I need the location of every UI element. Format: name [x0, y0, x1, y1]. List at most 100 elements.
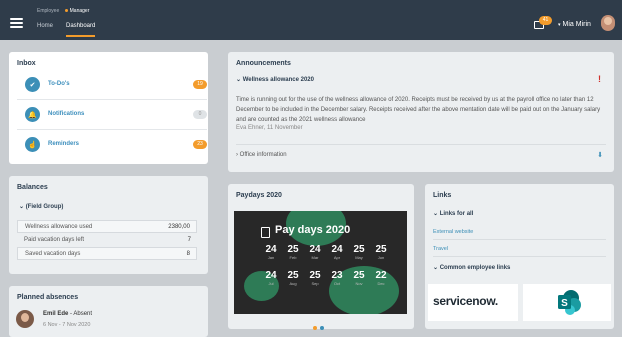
role-employee[interactable]: Employee	[37, 8, 59, 14]
logo-icon	[261, 227, 270, 238]
notification-button[interactable]: 41	[534, 16, 552, 29]
payday-month: Feb	[289, 255, 297, 260]
payday-month: Sep	[311, 281, 319, 286]
payday-month: Jan	[267, 255, 275, 260]
announcement-office-information[interactable]: › Office information	[236, 152, 287, 158]
balance-row: Saved vacation days 8	[17, 247, 197, 260]
payday-day: 24	[265, 244, 277, 255]
payday-day: 25	[309, 270, 321, 281]
sharepoint-logo-icon: S	[558, 290, 581, 315]
user-avatar[interactable]	[601, 15, 615, 31]
balance-label: Wellness allowance used	[25, 224, 93, 230]
balance-label: Saved vacation days	[25, 251, 81, 257]
payday-day: 22	[375, 270, 387, 281]
payday-day: 24	[265, 270, 277, 281]
links-title: Links	[433, 192, 452, 199]
payday-day: 25	[353, 270, 365, 281]
absence-person[interactable]: Emil Ede - Absent	[43, 311, 92, 317]
carousel-dot[interactable]	[313, 326, 317, 330]
payday-cell: 25 Feb	[282, 244, 304, 260]
payday-day: 25	[353, 244, 365, 255]
count-badge: 19	[193, 80, 207, 89]
payday-cell: 24 Jan	[260, 244, 282, 260]
payday-month: Mar	[311, 255, 319, 260]
absence-dates: 6 Nov - 7 Nov 2020	[43, 322, 91, 328]
payday-month: Nov	[355, 281, 363, 286]
field-group-toggle[interactable]: ⌄ (Field Group)	[19, 203, 63, 210]
bell-icon: 🔔	[25, 107, 40, 122]
balance-row: Wellness allowance used 2380,00	[17, 220, 197, 233]
chevron-down-icon: ▾	[558, 22, 561, 28]
announcements-card: Announcements ⌄ Wellness allowance 2020 …	[228, 52, 614, 172]
balance-row: Paid vacation days left 7	[17, 234, 197, 247]
menu-icon[interactable]	[10, 18, 23, 28]
chevron-down-icon: ⌄	[433, 211, 440, 217]
payday-cell: 24 Jul	[260, 270, 282, 286]
payday-day: 23	[331, 270, 343, 281]
payday-cell: 25 Sep	[304, 270, 326, 286]
common-links-toggle[interactable]: ⌄ Common employee links	[433, 264, 510, 271]
inbox-item-label: Reminders	[48, 141, 80, 147]
inbox-item-label: To-Do's	[48, 81, 70, 87]
payday-cell: 24 Mar	[304, 244, 326, 260]
avatar	[16, 310, 34, 328]
role-manager[interactable]: Manager	[64, 8, 89, 14]
notification-count-badge: 41	[539, 16, 552, 25]
carousel-dots[interactable]	[313, 317, 327, 335]
top-navigation-bar: Employee Manager Home Dashboard 41 ▾ Mia …	[0, 0, 622, 40]
role-switcher[interactable]: Employee Manager	[37, 8, 89, 14]
payday-month: Dec	[377, 281, 385, 286]
payday-day: 24	[309, 244, 321, 255]
balance-value: 7	[187, 237, 191, 243]
balance-label: Paid vacation days left	[24, 237, 85, 243]
chevron-down-icon: ⌄	[236, 77, 243, 83]
banner-title: Pay days 2020	[275, 224, 351, 236]
announcement-body: Time is running out for the use of the w…	[236, 97, 601, 123]
count-badge: 0	[193, 110, 207, 119]
payday-day: 25	[287, 244, 299, 255]
balance-value: 8	[186, 251, 190, 257]
balance-value: 2380,00	[168, 224, 190, 230]
inbox-item-reminders[interactable]: ☝ Reminders 23	[17, 130, 207, 159]
servicenow-link-tile[interactable]: servicenow.	[428, 284, 518, 321]
payday-day: 25	[375, 244, 387, 255]
user-menu[interactable]: ▾ Mia Mirin	[558, 21, 591, 28]
divider	[433, 256, 606, 257]
checkbox-icon: ✔	[25, 77, 40, 92]
link-external-website[interactable]: External website	[433, 229, 473, 235]
payday-month: Apr	[333, 255, 341, 260]
link-travel[interactable]: Travel	[433, 246, 448, 252]
payday-cell: 25 Aug	[282, 270, 304, 286]
payday-cell: 25 Jun	[370, 244, 392, 260]
download-arrow-icon[interactable]: ⬇	[597, 151, 603, 159]
servicenow-logo: servicenow.	[433, 294, 498, 308]
payday-month: Oct	[333, 281, 341, 286]
links-for-all-toggle[interactable]: ⌄ Links for all	[433, 210, 473, 217]
count-badge: 23	[193, 140, 207, 149]
inbox-item-notifications[interactable]: 🔔 Notifications 0	[17, 100, 207, 129]
inbox-item-label: Notifications	[48, 111, 85, 117]
announcement-author: Eva Ehner, 11 November	[236, 125, 303, 131]
planned-absences-card: Planned absences Emil Ede - Absent 6 Nov…	[9, 286, 208, 337]
links-card: Links ⌄ Links for all External website T…	[425, 184, 614, 329]
paydays-banner[interactable]: Pay days 2020 24 Jan 25 Feb 24 Mar 24 Apr 25 May 2…	[234, 211, 407, 314]
inbox-item-todos[interactable]: ✔ To-Do's 19	[17, 70, 207, 99]
chevron-down-icon: ⌄	[19, 204, 26, 210]
absences-title: Planned absences	[17, 294, 79, 301]
payday-month: Jul	[268, 281, 274, 286]
announcements-title: Announcements	[236, 60, 291, 67]
payday-day: 24	[331, 244, 343, 255]
sharepoint-link-tile[interactable]: S	[523, 284, 611, 321]
hand-pointer-icon: ☝	[25, 137, 40, 152]
user-name: Mia Mirin	[562, 21, 591, 28]
announcement-toggle[interactable]: ⌄ Wellness allowance 2020	[236, 76, 314, 83]
payday-cell: 25 Nov	[348, 270, 370, 286]
tab-home[interactable]: Home	[37, 23, 53, 29]
balances-title: Balances	[17, 184, 48, 191]
payday-month: Aug	[289, 281, 297, 286]
payday-day: 25	[287, 270, 299, 281]
divider	[433, 239, 606, 240]
tab-dashboard[interactable]: Dashboard	[66, 23, 96, 37]
paydays-title: Paydays 2020	[236, 192, 282, 199]
carousel-dot[interactable]	[320, 326, 324, 330]
